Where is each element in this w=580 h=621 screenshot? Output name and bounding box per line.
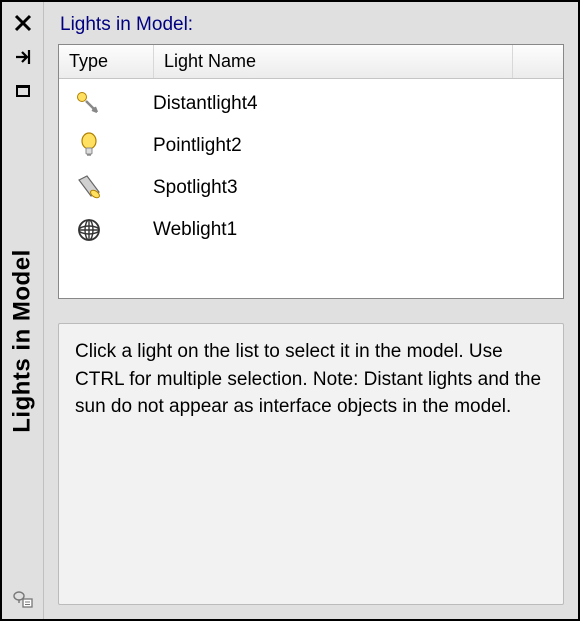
close-icon[interactable] — [7, 8, 39, 38]
table-row[interactable]: Distantlight4 — [59, 83, 563, 125]
column-header-spacer — [513, 45, 563, 78]
table-row[interactable]: Weblight1 — [59, 209, 563, 251]
spotlight-icon — [73, 172, 153, 204]
sidebar-title-wrap: Lights in Model — [2, 108, 43, 583]
main-panel: Lights in Model: Type Light Name Distant… — [44, 2, 578, 619]
properties-icon[interactable] — [7, 583, 39, 615]
column-header-name[interactable]: Light Name — [154, 45, 513, 78]
light-name: Spotlight3 — [153, 177, 563, 199]
sidebar-title: Lights in Model — [9, 249, 37, 432]
sidebar: Lights in Model — [2, 2, 44, 619]
panel-title: Lights in Model: — [58, 14, 564, 36]
table-header: Type Light Name — [59, 45, 563, 79]
menu-icon[interactable] — [7, 76, 39, 106]
point-light-icon — [73, 130, 153, 162]
distant-light-icon — [73, 88, 153, 120]
web-light-icon — [73, 214, 153, 246]
table-row[interactable]: Pointlight2 — [59, 125, 563, 167]
table-row[interactable]: Spotlight3 — [59, 167, 563, 209]
column-header-type[interactable]: Type — [59, 45, 154, 78]
light-name: Pointlight2 — [153, 135, 563, 157]
autohide-icon[interactable] — [7, 42, 39, 72]
lights-table: Type Light Name Distantlight4 — [58, 44, 564, 299]
light-name: Distantlight4 — [153, 93, 563, 115]
info-text: Click a light on the list to select it i… — [58, 323, 564, 605]
table-body: Distantlight4 Pointlight2 — [59, 79, 563, 255]
light-name: Weblight1 — [153, 219, 563, 241]
